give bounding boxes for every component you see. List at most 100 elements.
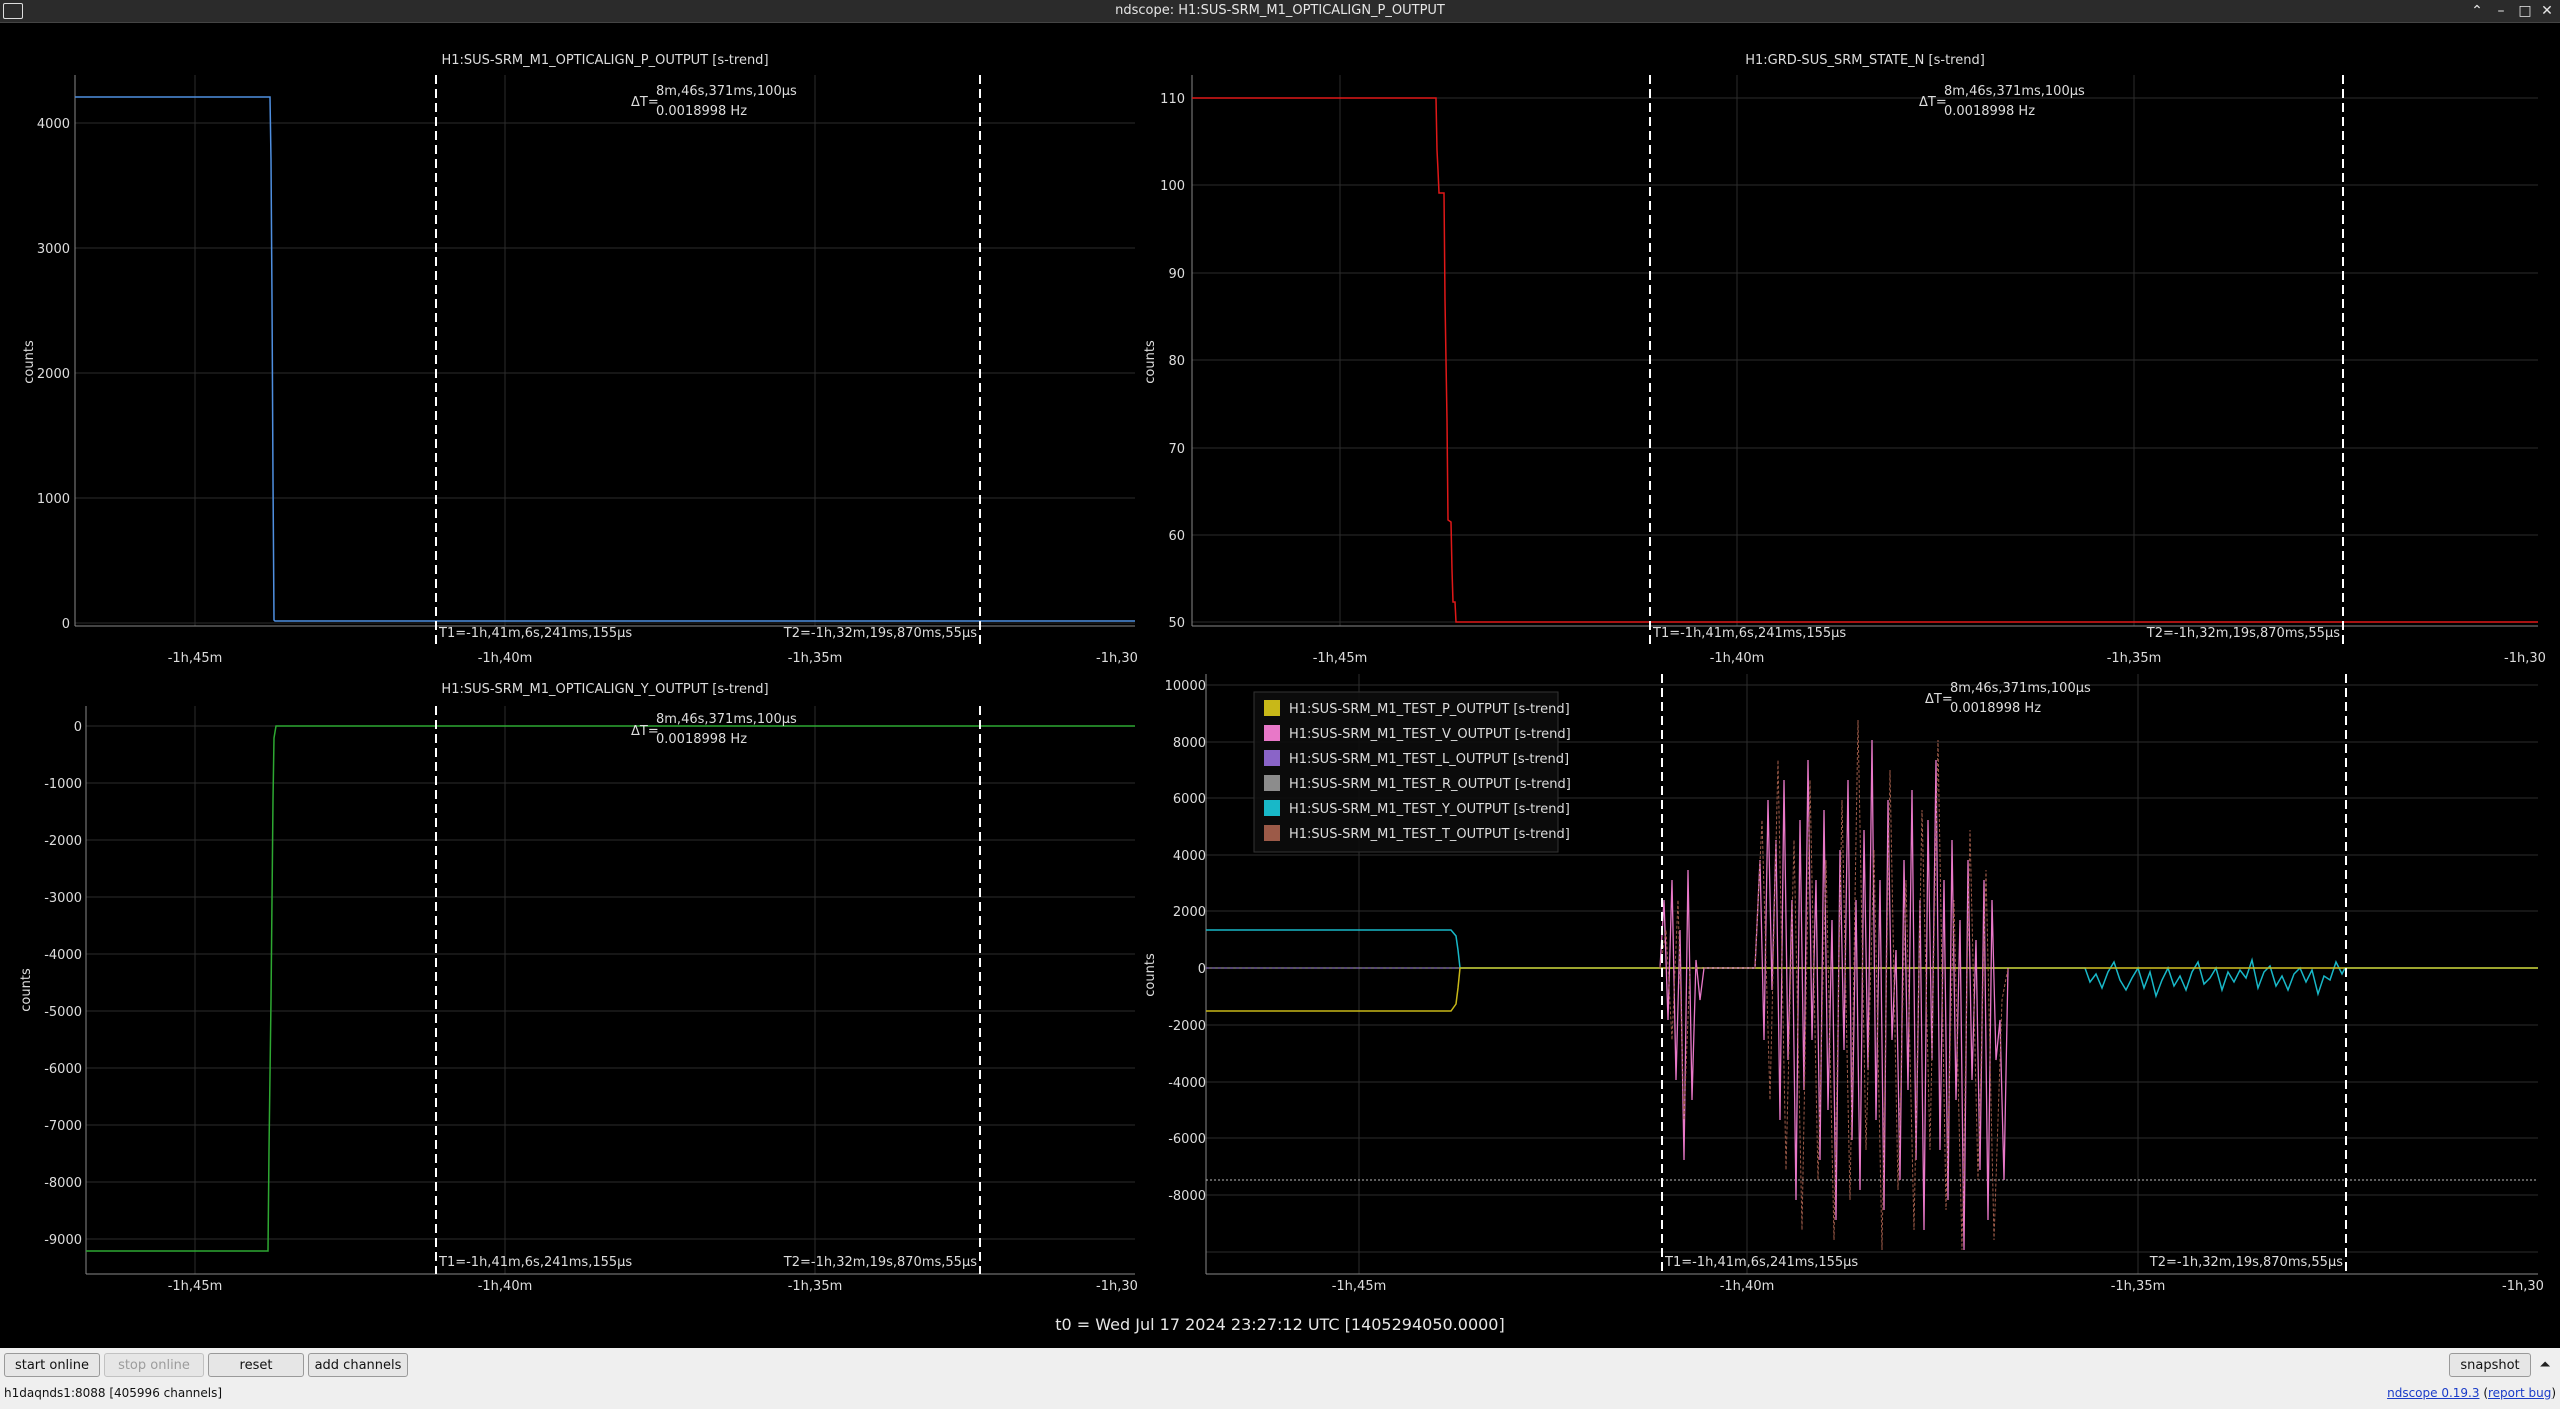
y-axis-label: counts — [22, 340, 37, 384]
y-axis-label: counts — [1143, 340, 1158, 384]
reset-button[interactable]: reset — [208, 1353, 304, 1377]
x-tick-label: -1h,40m — [478, 1279, 533, 1294]
y-tick-label: -2000 — [1168, 1019, 1206, 1034]
cursor-t2-label: T2=-1h,32m,19s,870ms,55µs — [783, 1255, 977, 1270]
x-tick-label: -1h,45m — [1313, 651, 1368, 666]
legend-label: H1:SUS-SRM_M1_TEST_L_OUTPUT [s-trend] — [1289, 752, 1569, 767]
legend-item[interactable]: H1:SUS-SRM_M1_TEST_R_OUTPUT [s-trend] — [1264, 775, 1571, 792]
add-channels-button[interactable]: add channels — [308, 1353, 408, 1377]
delta-t-freq: 0.0018998 Hz — [1944, 104, 2035, 119]
legend-item[interactable]: H1:SUS-SRM_M1_TEST_Y_OUTPUT [s-trend] — [1264, 800, 1570, 817]
y-tick-label: 3000 — [37, 242, 70, 257]
cursor-t1-label: T1=-1h,41m,6s,241ms,155µs — [438, 626, 632, 641]
legend-item[interactable]: H1:SUS-SRM_M1_TEST_T_OUTPUT [s-trend] — [1264, 825, 1570, 842]
y-tick-label: -4000 — [44, 948, 82, 963]
y-tick-label: 10000 — [1165, 679, 1206, 694]
report-bug-link[interactable]: report bug — [2488, 1386, 2551, 1400]
y-tick-label: 8000 — [1173, 736, 1206, 751]
window-title: ndscope: H1:SUS-SRM_M1_OPTICALIGN_P_OUTP… — [1115, 3, 1445, 18]
plot-p-output[interactable]: H1:SUS-SRM_M1_OPTICALIGN_P_OUTPUT [s-tre… — [22, 53, 1138, 666]
y-tick-label: 4000 — [1173, 849, 1206, 864]
y-axis-label: counts — [19, 968, 34, 1012]
y-tick-label: -6000 — [44, 1062, 82, 1077]
shade-window-icon[interactable]: ⌃ — [2466, 1, 2488, 21]
y-tick-label: -9000 — [44, 1233, 82, 1248]
x-tick-label: -1h,35m — [2111, 1279, 2166, 1294]
reset-label: reset — [239, 1358, 273, 1373]
snapshot-label: snapshot — [2460, 1358, 2520, 1373]
plot-title: H1:SUS-SRM_M1_OPTICALIGN_Y_OUTPUT [s-tre… — [441, 682, 768, 697]
legend-swatch — [1264, 775, 1280, 791]
plot-area: H1:SUS-SRM_M1_OPTICALIGN_P_OUTPUT [s-tre… — [19, 53, 2546, 1334]
delta-t-freq: 0.0018998 Hz — [656, 104, 747, 119]
y-tick-label: -3000 — [44, 891, 82, 906]
plot-legend: H1:SUS-SRM_M1_TEST_P_OUTPUT [s-trend] H1… — [1253, 691, 1571, 853]
window-titlebar: ndscope: H1:SUS-SRM_M1_OPTICALIGN_P_OUTP… — [0, 0, 2560, 23]
x-tick-label: -1h,45m — [168, 651, 223, 666]
y-tick-label: -4000 — [1168, 1076, 1206, 1091]
plot-title: H1:GRD-SUS_SRM_STATE_N [s-trend] — [1745, 53, 1985, 68]
x-tick-label: -1h,45m — [168, 1279, 223, 1294]
delta-t-time: 8m,46s,371ms,100µs — [656, 712, 797, 727]
cursor-t2-label: T2=-1h,32m,19s,870ms,55µs — [2149, 1255, 2343, 1270]
version-link[interactable]: ndscope 0.19.3 — [2387, 1386, 2479, 1400]
version-info: ndscope 0.19.3 (report bug) — [2387, 1386, 2556, 1400]
legend-label: H1:SUS-SRM_M1_TEST_T_OUTPUT [s-trend] — [1289, 827, 1570, 842]
minimize-window-icon[interactable]: – — [2490, 1, 2512, 21]
x-tick-label: -1h,35m — [788, 651, 843, 666]
delta-t-prefix: ΔT= — [1919, 95, 1947, 110]
y-tick-label: 0 — [1198, 962, 1206, 977]
x-tick-label: -1h,40m — [1710, 651, 1765, 666]
legend-swatch — [1264, 700, 1280, 716]
server-status: h1daqnds1:8088 [405996 channels] — [4, 1386, 223, 1400]
expand-panel-icon[interactable]: ⏶ — [2534, 1353, 2556, 1377]
y-tick-label: 0 — [62, 617, 70, 632]
close-window-icon[interactable]: ✕ — [2536, 1, 2558, 21]
x-tick-label: -1h,30 — [1096, 1279, 1138, 1294]
y-tick-label: 60 — [1168, 529, 1185, 544]
legend-swatch — [1264, 725, 1280, 741]
y-tick-label: 2000 — [37, 367, 70, 382]
legend-label: H1:SUS-SRM_M1_TEST_V_OUTPUT [s-trend] — [1289, 727, 1571, 742]
legend-item[interactable]: H1:SUS-SRM_M1_TEST_L_OUTPUT [s-trend] — [1264, 750, 1569, 767]
plot-state-n[interactable]: H1:GRD-SUS_SRM_STATE_N [s-trend] counts … — [1143, 53, 2546, 666]
plot-test-outputs[interactable]: counts 10000 8000 6000 4000 2000 0 -2000… — [1143, 674, 2544, 1294]
x-tick-label: -1h,30 — [2504, 651, 2546, 666]
delta-t-time: 8m,46s,371ms,100µs — [1944, 84, 2085, 99]
y-tick-label: 2000 — [1173, 905, 1206, 920]
x-tick-label: -1h,30 — [1096, 651, 1138, 666]
delta-t-prefix: ΔT= — [1925, 692, 1953, 707]
y-tick-label: -6000 — [1168, 1132, 1206, 1147]
y-tick-label: -1000 — [44, 777, 82, 792]
delta-t-time: 8m,46s,371ms,100µs — [656, 84, 797, 99]
legend-label: H1:SUS-SRM_M1_TEST_P_OUTPUT [s-trend] — [1289, 702, 1570, 717]
y-tick-label: 4000 — [37, 117, 70, 132]
legend-label: H1:SUS-SRM_M1_TEST_R_OUTPUT [s-trend] — [1289, 777, 1571, 792]
legend-swatch — [1264, 750, 1280, 766]
y-tick-label: -8000 — [44, 1176, 82, 1191]
legend-item[interactable]: H1:SUS-SRM_M1_TEST_V_OUTPUT [s-trend] — [1264, 725, 1571, 742]
delta-t-freq: 0.0018998 Hz — [656, 732, 747, 747]
control-bar: start online stop online reset add chann… — [0, 1348, 2560, 1409]
x-tick-label: -1h,40m — [478, 651, 533, 666]
legend-item[interactable]: H1:SUS-SRM_M1_TEST_P_OUTPUT [s-trend] — [1264, 700, 1570, 717]
x-tick-label: -1h,35m — [2107, 651, 2162, 666]
legend-label: H1:SUS-SRM_M1_TEST_Y_OUTPUT [s-trend] — [1289, 802, 1570, 817]
maximize-window-icon[interactable]: □ — [2514, 1, 2536, 21]
snapshot-button[interactable]: snapshot — [2449, 1353, 2531, 1377]
x-tick-label: -1h,40m — [1720, 1279, 1775, 1294]
trace-line — [86, 725, 1135, 1252]
trace-line-t — [1659, 719, 2009, 1251]
cursor-t2-label: T2=-1h,32m,19s,870ms,55µs — [2146, 626, 2340, 641]
x-tick-label: -1h,35m — [788, 1279, 843, 1294]
trace-line-p — [1206, 967, 2538, 1012]
plot-y-output[interactable]: H1:SUS-SRM_M1_OPTICALIGN_Y_OUTPUT [s-tre… — [19, 682, 1138, 1294]
t0-label: t0 = Wed Jul 17 2024 23:27:12 UTC [14052… — [1055, 1315, 1504, 1334]
y-tick-label: -8000 — [1168, 1189, 1206, 1204]
cursor-t1-label: T1=-1h,41m,6s,241ms,155µs — [1664, 1255, 1858, 1270]
delta-t-time: 8m,46s,371ms,100µs — [1950, 681, 2091, 696]
x-tick-label: -1h,30 — [2502, 1279, 2544, 1294]
y-tick-label: -5000 — [44, 1005, 82, 1020]
start-online-button[interactable]: start online — [4, 1353, 100, 1377]
y-tick-label: 100 — [1160, 179, 1185, 194]
